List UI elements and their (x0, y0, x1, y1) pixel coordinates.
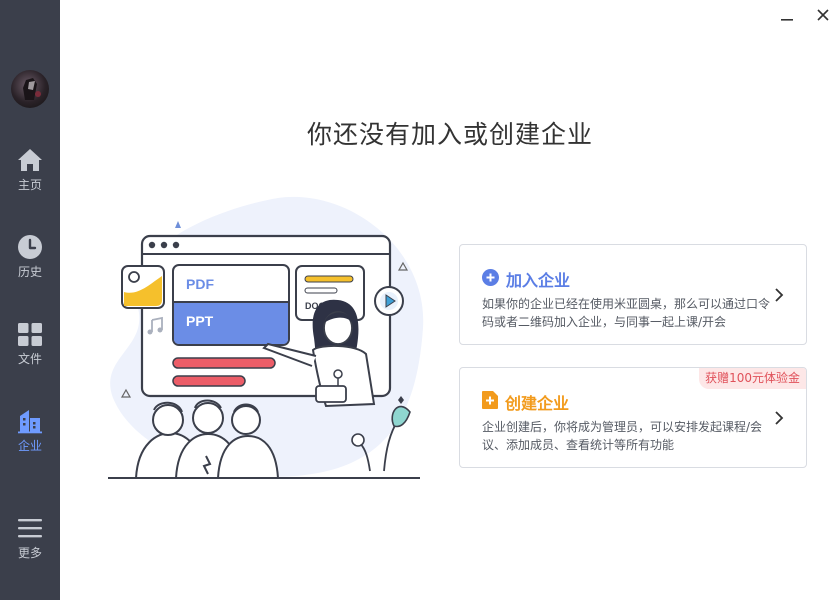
avatar[interactable] (11, 70, 49, 108)
sidebar-item-home[interactable]: 主页 (0, 147, 60, 207)
pdf-label: PDF (186, 276, 214, 292)
sidebar-item-history[interactable]: 历史 (0, 234, 60, 294)
close-button[interactable] (811, 4, 835, 26)
empty-state-illustration: PDF PPT DOCS (98, 188, 438, 488)
page-title: 你还没有加入或创建企业 (306, 120, 593, 149)
sidebar-item-label: 文件 (17, 352, 42, 366)
card-description: 如果你的企业已经在使用米亚圆桌，那么可以通过口令码或者二维码加入企业，与同事一起… (482, 297, 771, 329)
plus-square-icon (482, 391, 498, 413)
chevron-right-icon (774, 287, 784, 307)
sidebar-item-label: 企业 (17, 439, 42, 453)
join-enterprise-card[interactable]: 加入企业 如果你的企业已经在使用米亚圆桌，那么可以通过口令码或者二维码加入企业，… (459, 244, 807, 345)
sidebar-item-more[interactable]: 更多 (0, 515, 60, 575)
plus-circle-icon (482, 268, 499, 290)
minimize-button[interactable] (775, 4, 799, 26)
building-icon (17, 408, 43, 434)
clock-icon (17, 234, 43, 260)
menu-icon (17, 515, 43, 541)
sidebar-item-label: 历史 (17, 265, 42, 279)
sidebar-item-label: 主页 (17, 178, 42, 192)
card-title-row: 加入企业 (482, 267, 570, 291)
card-description: 企业创建后，你将成为管理员，可以安排发起课程/会议、添加成员、查看统计等所有功能 (482, 420, 763, 452)
home-icon (17, 147, 43, 173)
sidebar-item-files[interactable]: 文件 (0, 321, 60, 381)
sidebar-item-enterprise[interactable]: 企业 (0, 408, 60, 468)
sidebar-item-label: 更多 (17, 546, 42, 560)
card-title-row: 创建企业 (482, 390, 569, 414)
card-title: 加入企业 (506, 271, 571, 290)
card-title: 创建企业 (505, 394, 570, 413)
sidebar: 主页 历史 文件 企业 更多 (0, 0, 60, 600)
minimize-icon (781, 19, 793, 21)
close-icon (817, 9, 829, 21)
create-enterprise-card[interactable]: 获赠100元体验金 创建企业 企业创建后，你将成为管理员，可以安排发起课程/会议… (459, 367, 807, 468)
chevron-right-icon (774, 410, 784, 430)
grid-icon (17, 321, 43, 347)
ppt-label: PPT (186, 313, 214, 329)
promo-badge: 获赠100元体验金 (699, 368, 806, 389)
